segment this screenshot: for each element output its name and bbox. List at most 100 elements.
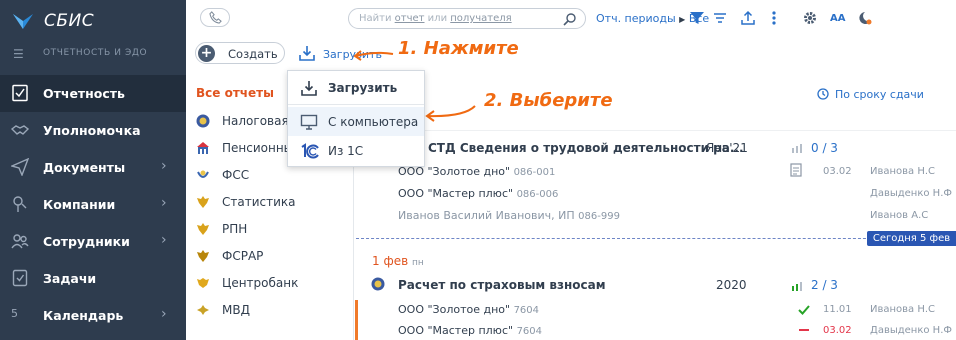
- sidebar-item-calendar[interactable]: 5 Календарь ›: [0, 297, 186, 334]
- tasks-icon: [12, 269, 28, 287]
- call-button[interactable]: [200, 8, 230, 27]
- search-placeholder: Найти отчет или получателя: [359, 13, 512, 24]
- upload-from-1c-label: Из 1С: [328, 144, 364, 158]
- triangle-right-icon: ▶: [679, 15, 686, 24]
- sidebar-item-employees[interactable]: Сотрудники ›: [0, 223, 186, 260]
- fss-icon: [197, 170, 209, 178]
- tax-service-icon: [196, 114, 210, 128]
- paper-plane-icon: [11, 158, 29, 176]
- filter-item-label: ФСС: [222, 168, 250, 182]
- pension-fund-icon: [197, 142, 209, 154]
- report-title[interactable]: СТД Сведения о трудовой деятельности ра.…: [428, 141, 744, 155]
- brand[interactable]: СБИС: [0, 0, 186, 42]
- handshake-icon: [11, 125, 29, 135]
- report-date: 11.01: [823, 304, 852, 315]
- calendar-day-badge: 5: [11, 307, 18, 320]
- sidebar-item-label: Документы: [43, 160, 126, 175]
- filter-item-mvd[interactable]: МВД: [186, 296, 354, 324]
- filter-item-label: Статистика: [222, 195, 296, 209]
- org-code: 7604: [513, 305, 540, 316]
- upload-menu-header[interactable]: Загрузить: [288, 73, 424, 102]
- upload-menu: Загрузить С компьютера Из 1С: [287, 70, 425, 167]
- sidebar-item-authority[interactable]: Уполномочка: [0, 112, 186, 149]
- nav-subheader: ☰ ОТЧЕТНОСТЬ И ЭДО: [0, 42, 186, 66]
- tax-service-icon: [371, 277, 385, 291]
- org-row[interactable]: ООО "Мастер плюс" 7604: [398, 324, 542, 337]
- responsible-person: Иванова Н.С: [870, 166, 936, 177]
- selection-marker: [355, 300, 358, 340]
- filter-item-fsrar[interactable]: ФСРАР: [186, 242, 354, 270]
- filter-item-statistics[interactable]: Статистика: [186, 188, 354, 216]
- upload-from-computer[interactable]: С компьютера: [288, 107, 424, 136]
- upload-menu-header-label: Загрузить: [328, 81, 398, 95]
- org-code: 086-001: [513, 167, 556, 178]
- chevron-right-icon[interactable]: ›: [161, 306, 167, 322]
- chevron-right-icon[interactable]: ›: [161, 232, 167, 248]
- upload-from-1c[interactable]: Из 1С: [288, 136, 424, 165]
- search-placeholder-report: отчет: [394, 13, 425, 24]
- report-progress: 2 / 3: [811, 278, 838, 292]
- annotation-step-2: 2. Выберите: [484, 90, 613, 111]
- date-weekday: пн: [412, 258, 424, 268]
- eagle-emblem-icon: [197, 223, 209, 235]
- download-icon: [301, 81, 317, 96]
- document-icon: [790, 163, 802, 177]
- responsible-person: Давыденко Н.Ф: [870, 188, 952, 199]
- filter-item-central-bank[interactable]: Центробанк: [186, 269, 354, 297]
- more-menu-icon[interactable]: [766, 10, 782, 26]
- nav-subtitle: ОТЧЕТНОСТЬ И ЭДО: [43, 48, 148, 58]
- filter-item-label: ФСРАР: [222, 249, 264, 263]
- responsible-person: Давыденко Н.Ф: [870, 325, 952, 336]
- sidebar-item-label: Сотрудники: [43, 234, 130, 249]
- report-icon: [12, 84, 28, 102]
- periods-label: Отч. периоды: [596, 12, 676, 25]
- report-progress: 0 / 3: [811, 141, 838, 155]
- sidebar-item-label: Уполномочка: [43, 123, 141, 138]
- filter-icon[interactable]: [689, 10, 705, 26]
- sidebar-item-reports[interactable]: Отчетность: [0, 75, 186, 112]
- filter-item-rpn[interactable]: РПН: [186, 215, 354, 243]
- chevron-right-icon[interactable]: ›: [161, 158, 167, 174]
- alarm-clock-icon: [817, 88, 829, 100]
- org-row[interactable]: ООО "Мастер плюс" 086-006: [398, 187, 558, 200]
- org-name: ООО "Мастер плюс": [398, 324, 514, 337]
- monitor-icon: [300, 114, 318, 130]
- sbis-logo-icon: [13, 14, 33, 29]
- list-settings-icon[interactable]: [712, 10, 728, 26]
- sidebar-item-tasks[interactable]: Задачи: [0, 260, 186, 297]
- theme-toggle-icon[interactable]: [857, 10, 873, 26]
- org-row[interactable]: Иванов Василий Иванович, ИП 086-999: [398, 209, 620, 222]
- sidebar-item-label: Отчетность: [43, 86, 125, 101]
- org-name: ООО "Золотое дно": [398, 303, 511, 316]
- companies-icon: [13, 196, 27, 212]
- search-icon[interactable]: [563, 12, 577, 26]
- check-icon: [798, 305, 810, 315]
- chevron-right-icon[interactable]: ›: [161, 195, 167, 211]
- sidebar-item-documents[interactable]: Документы ›: [0, 149, 186, 186]
- report-period: 2020: [716, 278, 747, 292]
- search-input[interactable]: Найти отчет или получателя: [348, 8, 586, 29]
- today-marker-line: [356, 238, 876, 239]
- org-code: 086-006: [516, 189, 559, 200]
- upload-button[interactable]: Загрузить: [298, 44, 382, 62]
- create-button[interactable]: + Создать: [195, 42, 285, 64]
- responsible-person: Иванов А.С: [870, 210, 929, 221]
- report-date: 03.02: [823, 166, 852, 177]
- export-icon[interactable]: [740, 10, 756, 26]
- today-badge: Сегодня 5 фев: [867, 231, 956, 246]
- annotation-arrow-1: [353, 50, 394, 61]
- report-title[interactable]: Расчет по страховым взносам: [398, 278, 606, 292]
- search-placeholder-or: или: [424, 13, 451, 24]
- org-row[interactable]: ООО "Золотое дно" 7604: [398, 303, 539, 316]
- eagle-emblem-icon: [197, 196, 209, 208]
- download-icon: [299, 46, 315, 61]
- sort-by-deadline[interactable]: По сроку сдачи: [817, 88, 924, 101]
- menu-icon[interactable]: ☰: [13, 48, 24, 60]
- font-size-button[interactable]: AA: [830, 13, 845, 24]
- sidebar-item-companies[interactable]: Компании ›: [0, 186, 186, 223]
- upload-from-computer-label: С компьютера: [328, 115, 419, 129]
- annotation-step-1: 1. Нажмите: [398, 38, 519, 59]
- gear-icon[interactable]: [802, 10, 818, 26]
- eagle-emblem-icon: [197, 250, 209, 262]
- sidebar-item-label: Календарь: [43, 308, 124, 323]
